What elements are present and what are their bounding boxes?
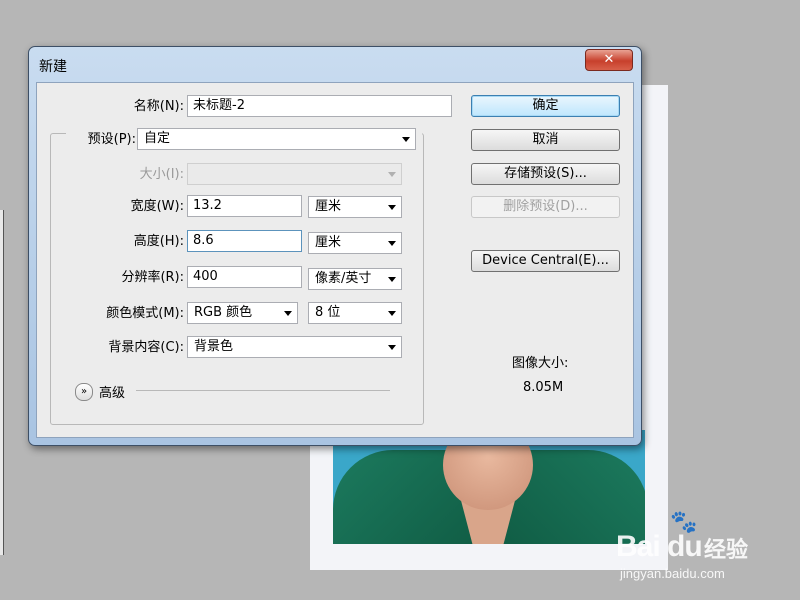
cancel-button[interactable]: 取消 [471,129,620,151]
image-size-label: 图像大小: [512,356,569,371]
panel-edge [0,210,4,555]
chevron-down-icon [284,311,292,316]
name-label: 名称(N): [133,99,184,114]
width-label: 宽度(W): [130,199,184,214]
resolution-unit-select[interactable]: 像素/英寸 [308,268,402,290]
preset-label: 预设(P): [87,132,136,147]
resolution-unit: 像素/英寸 [315,271,372,286]
background-value: 背景色 [194,339,234,354]
delete-preset-button: 删除预设(D)... [471,196,620,218]
preset-select[interactable]: 自定 [137,128,416,150]
background-select[interactable]: 背景色 [187,336,402,358]
size-label: 大小(I): [139,167,184,182]
chevron-down-icon [388,205,396,210]
color-mode-label: 颜色模式(M): [106,306,184,321]
resolution-input[interactable]: 400 [187,266,302,288]
chevron-down-icon [402,137,410,142]
width-unit: 厘米 [315,199,342,214]
ok-button[interactable]: 确定 [471,95,620,117]
width-input[interactable]: 13.2 [187,195,302,217]
advanced-divider [136,390,390,391]
color-mode-value: RGB 颜色 [194,305,253,320]
chevron-down-icon [388,172,396,177]
bit-depth-select[interactable]: 8 位 [308,302,402,324]
watermark-brand: Bai du [616,530,703,563]
size-select [187,163,402,185]
close-icon: ✕ [603,52,615,67]
width-unit-select[interactable]: 厘米 [308,196,402,218]
advanced-label: 高级 [99,386,126,401]
photo-image [333,430,645,544]
baidu-jingyan-watermark: Bai du 🐾 经验 jingyan.baidu.com [612,510,792,590]
name-input[interactable]: 未标题-2 [187,95,452,117]
image-size-value: 8.05M [523,380,564,395]
paw-icon: 🐾 [670,510,698,535]
watermark-url: jingyan.baidu.com [620,566,725,581]
chevron-down-icon [388,277,396,282]
color-mode-select[interactable]: RGB 颜色 [187,302,298,324]
height-label: 高度(H): [133,234,184,249]
device-central-button[interactable]: Device Central(E)... [471,250,620,272]
height-input[interactable]: 8.6 [187,230,302,252]
background-label: 背景内容(C): [108,340,184,355]
dialog-title: 新建 [39,59,67,75]
watermark-cn: 经验 [704,538,749,563]
close-button[interactable]: ✕ [585,49,633,71]
save-preset-button[interactable]: 存储预设(S)... [471,163,620,185]
bit-depth-value: 8 位 [315,305,341,320]
dialog-titlebar[interactable]: 新建 ✕ [29,47,641,81]
height-unit: 厘米 [315,235,342,250]
chevron-double-down-icon[interactable]: » [75,383,93,401]
resolution-label: 分辨率(R): [121,270,184,285]
height-unit-select[interactable]: 厘米 [308,232,402,254]
chevron-down-icon [388,311,396,316]
preset-value: 自定 [144,131,171,146]
chevron-down-icon [388,345,396,350]
chevron-down-icon [388,241,396,246]
